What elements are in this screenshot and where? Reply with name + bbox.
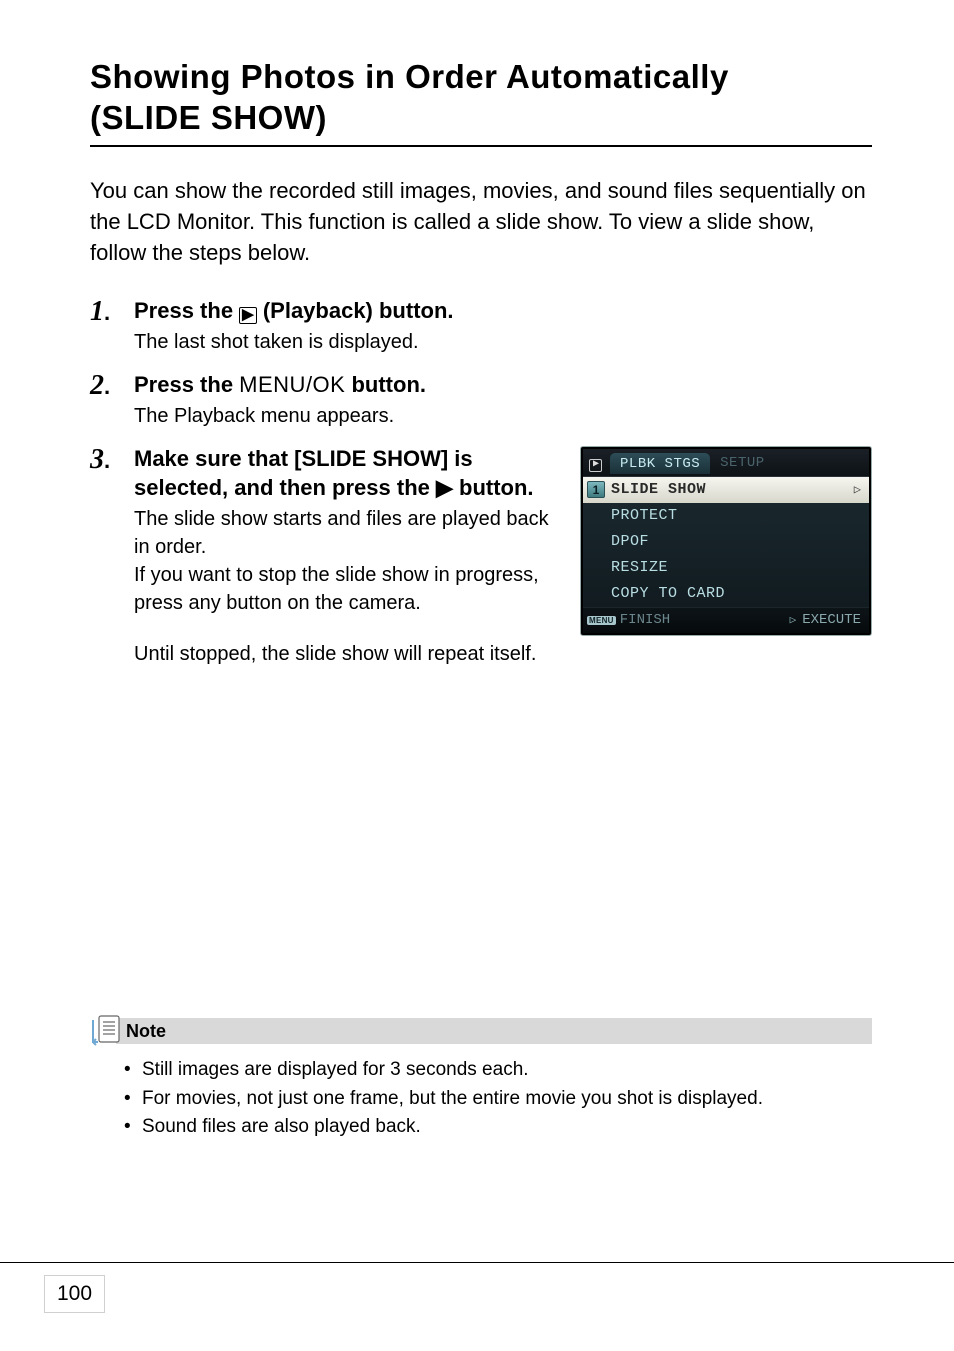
- lcd-row-caret-icon: ▷: [854, 482, 861, 497]
- step-2-head-pre: Press the: [134, 372, 239, 397]
- step-3-text: Make sure that [SLIDE SHOW] is selected,…: [134, 444, 562, 617]
- lcd-footer-menu-badge: MENU: [587, 616, 616, 625]
- lcd-menu-body: 1 SLIDE SHOW ▷ PROTECT DPOF: [583, 477, 869, 607]
- lcd-footer-execute-label: EXECUTE: [802, 612, 861, 628]
- step-1-content: Press the ▶ (Playback) button. The last …: [134, 296, 872, 356]
- step-2-desc: The Playback menu appears.: [134, 402, 872, 430]
- lcd-tab-plbk-stgs: PLBK STGS: [610, 453, 710, 474]
- step-1-head-post: (Playback) button.: [257, 298, 454, 323]
- step-3-number-text: 3: [90, 444, 104, 475]
- step-2-content: Press the MENU/OK button. The Playback m…: [134, 370, 872, 430]
- step-3: 3. Make sure that [SLIDE SHOW] is select…: [90, 444, 872, 636]
- step-3-desc-tail: Until stopped, the slide show will repea…: [134, 640, 872, 668]
- step-1-head-pre: Press the: [134, 298, 239, 323]
- lcd-playback-icon: ▶: [583, 453, 608, 472]
- note-item-3: Sound files are also played back.: [124, 1113, 872, 1142]
- lcd-row-resize: RESIZE: [583, 555, 869, 581]
- lcd-footer-execute: ▷ EXECUTE: [790, 612, 861, 628]
- step-3-head-pre: Make sure that [SLIDE SHOW] is selected,…: [134, 446, 473, 501]
- step-3-desc: The slide show starts and files are play…: [134, 505, 562, 617]
- step-2-head-post: button.: [345, 372, 426, 397]
- lcd-row-index-badge: 1: [587, 481, 605, 498]
- title-rule: [90, 145, 872, 147]
- step-1: 1. Press the ▶ (Playback) button. The la…: [90, 296, 872, 356]
- note-icon: [90, 1012, 124, 1050]
- step-1-number: 1.: [90, 296, 134, 326]
- note-item-2: For movies, not just one frame, but the …: [124, 1085, 872, 1114]
- steps-list: 1. Press the ▶ (Playback) button. The la…: [90, 296, 872, 635]
- lcd-row-label-copy-to-card: COPY TO CARD: [611, 585, 725, 602]
- lcd-tab-setup: SETUP: [710, 452, 775, 473]
- page-title: Showing Photos in Order Automatically (S…: [90, 56, 872, 139]
- footer-rule: [0, 1262, 954, 1263]
- lcd-row-protect: PROTECT: [583, 503, 869, 529]
- step-3-content: Make sure that [SLIDE SHOW] is selected,…: [134, 444, 872, 636]
- lcd-screenshot: ▶ PLBK STGS SETUP 1 SLIDE SHOW ▷ PROTECT: [580, 446, 872, 636]
- lcd-footer-finish: FINISH: [620, 612, 670, 628]
- step-3-head-post: button.: [453, 475, 534, 500]
- note-header: Note: [116, 1018, 872, 1044]
- step-2-heading: Press the MENU/OK button.: [134, 370, 872, 400]
- step-2-number-text: 2: [90, 370, 104, 401]
- step-1-heading: Press the ▶ (Playback) button.: [134, 296, 872, 326]
- menu-ok-label: MENU/OK: [239, 372, 345, 397]
- playback-icon: ▶: [239, 307, 257, 324]
- lcd-row-label-dpof: DPOF: [611, 533, 649, 550]
- title-line-2: (SLIDE SHOW): [90, 99, 327, 136]
- lcd-row-dpof: DPOF: [583, 529, 869, 555]
- note-label: Note: [126, 1021, 166, 1042]
- lcd-row-label-slide-show: SLIDE SHOW: [611, 481, 706, 498]
- step-1-number-text: 1: [90, 296, 104, 327]
- title-line-1: Showing Photos in Order Automatically: [90, 58, 729, 95]
- step-2-number: 2.: [90, 370, 134, 400]
- step-1-desc: The last shot taken is displayed.: [134, 328, 872, 356]
- lcd-tab-bar: ▶ PLBK STGS SETUP: [583, 449, 869, 477]
- step-3-number: 3.: [90, 444, 134, 474]
- lcd-footer-execute-caret-icon: ▷: [790, 613, 797, 627]
- lcd-row-copy-to-card: COPY TO CARD: [583, 581, 869, 607]
- note-section: Note Still images are displayed for 3 se…: [90, 1018, 872, 1142]
- lcd-footer: MENU FINISH ▷ EXECUTE: [583, 607, 869, 633]
- step-3-heading: Make sure that [SLIDE SHOW] is selected,…: [134, 444, 562, 503]
- step-2: 2. Press the MENU/OK button. The Playbac…: [90, 370, 872, 430]
- lcd-row-label-protect: PROTECT: [611, 507, 678, 524]
- note-list: Still images are displayed for 3 seconds…: [124, 1056, 872, 1142]
- right-arrow-icon: ▶: [436, 475, 453, 500]
- lcd-row-slide-show: 1 SLIDE SHOW ▷: [583, 477, 869, 503]
- lcd-row-label-resize: RESIZE: [611, 559, 668, 576]
- page-number: 100: [44, 1275, 105, 1313]
- page: Showing Photos in Order Automatically (S…: [0, 0, 954, 1351]
- note-item-1: Still images are displayed for 3 seconds…: [124, 1056, 872, 1085]
- intro-paragraph: You can show the recorded still images, …: [90, 175, 872, 269]
